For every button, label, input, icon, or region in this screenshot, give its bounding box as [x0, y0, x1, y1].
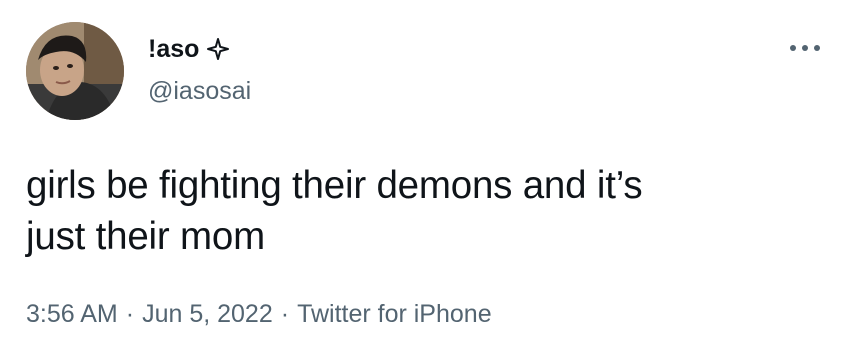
more-horizontal-icon[interactable]	[787, 36, 823, 60]
tweet-time[interactable]: 3:56 AM	[26, 300, 118, 328]
tweet-text-line: girls be fighting their demons and it’s	[26, 164, 643, 207]
meta-separator: ·	[125, 300, 135, 328]
tweet-metadata: 3:56 AM · Jun 5, 2022 · Twitter for iPhone	[26, 297, 492, 331]
author-display-name[interactable]: !aso	[148, 34, 230, 64]
tweet-card: !aso @iasosai girls be fighting their de…	[0, 0, 850, 356]
tweet-source-link[interactable]: Twitter for iPhone	[297, 300, 492, 328]
author-handle[interactable]: @iasosai	[148, 76, 251, 106]
display-name-text: !aso	[148, 35, 200, 63]
tweet-text: girls be fighting their demons and it’s …	[26, 160, 826, 262]
tweet-date[interactable]: Jun 5, 2022	[142, 300, 273, 328]
meta-separator: ·	[280, 300, 290, 328]
avatar[interactable]	[26, 22, 124, 120]
avatar-photo	[26, 22, 124, 120]
sparkle-icon	[206, 37, 230, 61]
tweet-text-line: just their mom	[26, 215, 265, 258]
